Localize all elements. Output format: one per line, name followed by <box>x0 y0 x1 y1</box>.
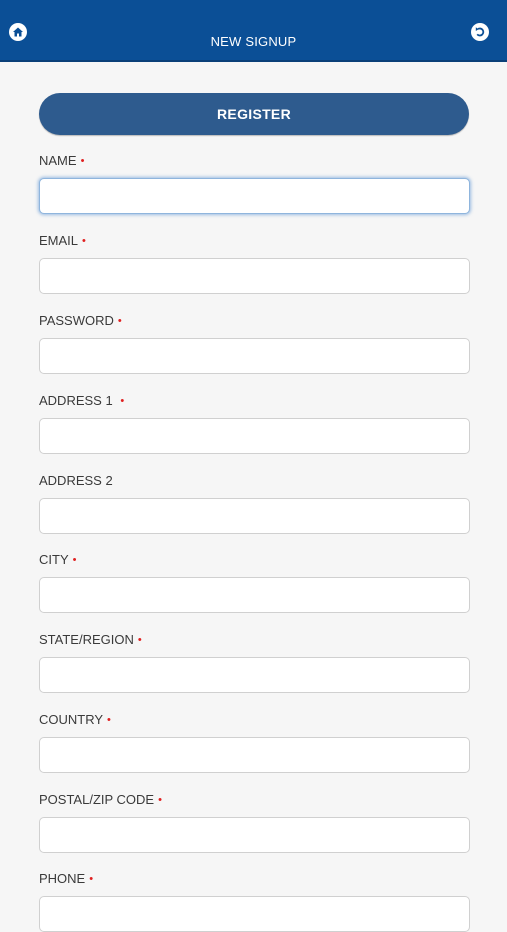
city-input[interactable] <box>39 577 470 613</box>
country-field: COUNTRY • <box>39 711 470 773</box>
required-marker: • <box>72 554 77 566</box>
postal-code-field: POSTAL/ZIP CODE • <box>39 791 470 853</box>
country-label: COUNTRY <box>39 712 104 727</box>
postal-code-label: POSTAL/ZIP CODE <box>39 792 155 807</box>
required-marker: • <box>82 235 86 247</box>
app-header: NEW SIGNUP <box>0 0 507 62</box>
page-title: NEW SIGNUP <box>210 34 297 49</box>
required-marker: • <box>120 395 125 407</box>
register-button[interactable]: REGISTER <box>39 93 469 135</box>
password-label: PASSWORD <box>39 313 114 328</box>
address2-label: ADDRESS 2 <box>39 473 113 488</box>
email-label: EMAIL <box>39 233 79 248</box>
password-field: PASSWORD • <box>39 312 470 374</box>
required-marker: • <box>137 634 142 646</box>
address2-field: ADDRESS 2 <box>39 472 470 534</box>
phone-field: PHONE • <box>39 870 470 932</box>
city-field: CITY • <box>39 551 470 613</box>
address1-label: ADDRESS 1 <box>39 393 117 408</box>
required-marker: • <box>117 315 122 327</box>
email-field: EMAIL • <box>39 232 470 294</box>
state-region-field: STATE/REGION • <box>39 631 470 693</box>
address1-input[interactable] <box>39 418 470 454</box>
required-marker: • <box>158 794 162 806</box>
name-input[interactable] <box>39 178 470 214</box>
back-icon[interactable] <box>471 23 489 41</box>
required-marker: • <box>80 155 85 167</box>
state-region-label: STATE/REGION <box>39 632 134 647</box>
address1-field: ADDRESS 1 • <box>39 392 470 454</box>
name-field: NAME • <box>39 152 470 214</box>
email-input[interactable] <box>39 258 470 294</box>
phone-input[interactable] <box>39 896 470 932</box>
required-marker: • <box>107 714 111 726</box>
country-input[interactable] <box>39 737 470 773</box>
city-label: CITY <box>39 552 69 567</box>
password-input[interactable] <box>39 338 470 374</box>
address2-input[interactable] <box>39 498 470 534</box>
name-label: NAME <box>39 153 77 168</box>
state-region-input[interactable] <box>39 657 470 693</box>
required-marker: • <box>89 873 94 885</box>
phone-label: PHONE <box>39 871 86 886</box>
postal-code-input[interactable] <box>39 817 470 853</box>
